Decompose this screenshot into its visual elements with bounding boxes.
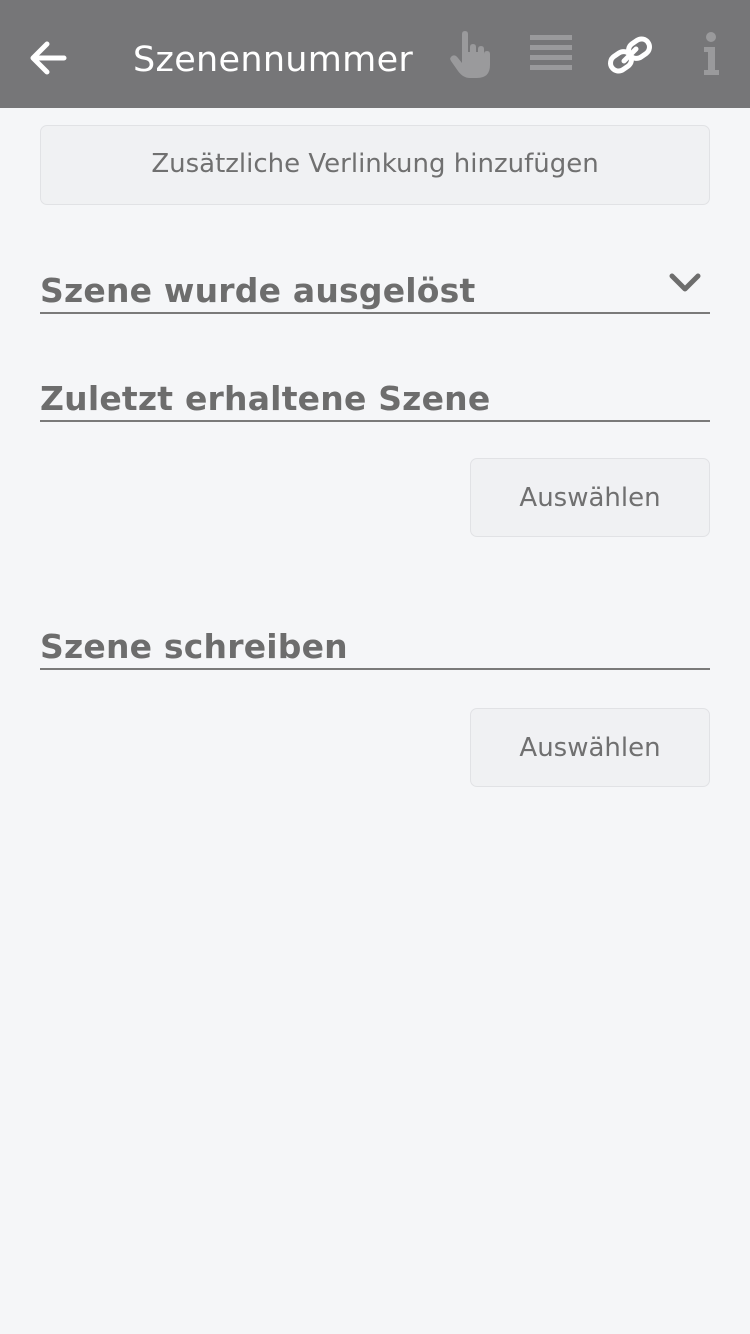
select-write-scene-button[interactable]: Auswählen [470,708,710,787]
back-button[interactable] [26,36,70,80]
page-title: Szenennummer [133,40,414,80]
last-received-scene-section: Zuletzt erhaltene Szene [40,370,710,422]
info-icon [704,32,719,75]
list-lines-icon [530,35,572,70]
link-button[interactable] [606,30,654,80]
write-scene-title: Szene schreiben [40,627,348,666]
list-button[interactable] [527,30,575,80]
top-bar: Szenennummer [0,0,750,108]
chevron-down-icon [669,273,701,292]
last-received-scene-title: Zuletzt erhaltene Szene [40,379,491,418]
select-last-received-button[interactable]: Auswählen [470,458,710,537]
scene-triggered-title: Szene wurde ausgelöst [40,271,476,310]
link-icon [608,36,652,74]
scene-triggered-dropdown[interactable]: Szene wurde ausgelöst [40,262,710,314]
dropdown-toggle[interactable] [668,270,702,296]
back-arrow-icon [30,41,67,75]
write-scene-section: Szene schreiben [40,618,710,670]
hand-button[interactable] [446,30,494,80]
info-button[interactable] [688,30,736,80]
add-link-button[interactable]: Zusätzliche Verlinkung hinzufügen [40,125,710,205]
hand-pointer-icon [450,31,490,78]
